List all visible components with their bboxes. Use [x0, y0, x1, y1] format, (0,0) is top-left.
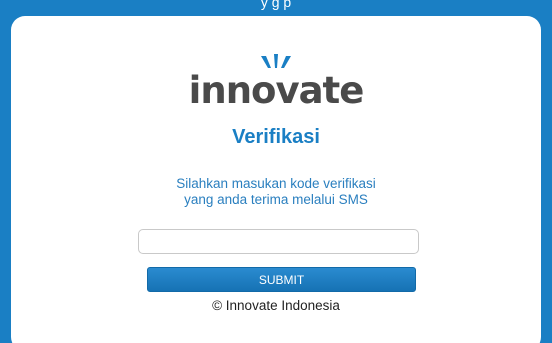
submit-button[interactable]: SUBMIT: [147, 267, 416, 292]
verification-code-input[interactable]: [138, 229, 419, 254]
logo-wordmark: innovate: [188, 69, 365, 112]
copyright-footer: © Innovate Indonesia: [212, 298, 340, 313]
page-title: Verifikasi: [232, 126, 320, 148]
instruction-line-2: yang anda terima melalui SMS: [184, 192, 368, 207]
instruction-line-1: Silahkan masukan kode verifikasi: [176, 176, 376, 191]
instruction-text: Silahkan masukan kode verifikasi yang an…: [11, 176, 541, 208]
sparks-logo-icon: [261, 54, 291, 68]
page-background: y g p innovate Verifikasi Silahkan masuk…: [0, 0, 552, 343]
top-cut-off-text: y g p: [260, 0, 292, 10]
verification-card: innovate Verifikasi Silahkan masukan kod…: [11, 16, 541, 343]
innovate-logo: innovate: [11, 54, 541, 111]
